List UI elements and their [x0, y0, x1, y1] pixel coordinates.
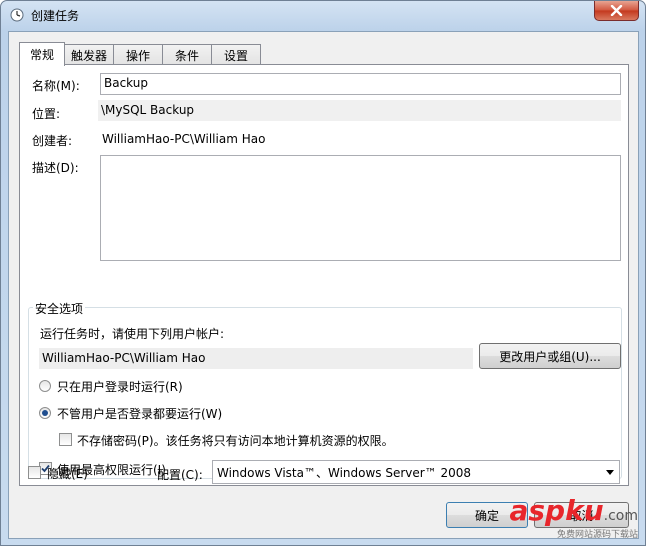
- watermark-tagline: 免费网站源码下载站: [556, 530, 638, 540]
- general-tab-panel: 名称(M): Backup 位置: \MySQL Backup 创建者: Wil…: [19, 64, 629, 486]
- author-label: 创建者:: [32, 134, 73, 148]
- user-account-field: WilliamHao-PC\William Hao: [39, 348, 473, 369]
- security-options-group: 安全选项 运行任务时，请使用下列用户帐户: WilliamHao-PC\Will…: [28, 300, 622, 479]
- config-select-value: Windows Vista™、Windows Server™ 2008: [217, 466, 472, 480]
- radio-run-whether-logged-on[interactable]: [39, 407, 51, 419]
- tab-conditions[interactable]: 条件: [162, 44, 212, 65]
- close-button[interactable]: [594, 1, 639, 21]
- window-title: 创建任务: [31, 9, 80, 23]
- tab-settings[interactable]: 设置: [211, 44, 261, 65]
- tab-actions[interactable]: 操作: [113, 44, 163, 65]
- hidden-label[interactable]: 隐藏(E): [47, 465, 88, 482]
- description-textarea[interactable]: [100, 155, 621, 261]
- config-label: 配置(C):: [157, 468, 203, 482]
- security-options-title: 安全选项: [33, 300, 86, 317]
- location-label: 位置:: [32, 107, 61, 121]
- tab-general[interactable]: 常规: [19, 42, 65, 66]
- watermark-brand: aspku: [509, 494, 604, 527]
- description-label: 描述(D):: [32, 161, 79, 175]
- create-task-window: 创建任务 常规 触发器 操作 条件 设置 名称(M): Backup 位置: \…: [0, 0, 646, 546]
- chevron-down-icon: [606, 470, 614, 475]
- dialog-client: 常规 触发器 操作 条件 设置 名称(M): Backup 位置: \MySQL…: [8, 31, 639, 539]
- hidden-checkbox[interactable]: [28, 466, 41, 479]
- clock-icon: [10, 8, 24, 22]
- author-value: WilliamHao-PC\William Hao: [102, 132, 266, 146]
- no-store-password-label[interactable]: 不存储密码(P)。该任务将只有访问本地计算机资源的权限。: [77, 432, 394, 449]
- tab-triggers[interactable]: 触发器: [64, 44, 114, 65]
- watermark-suffix: .com: [603, 508, 638, 524]
- radio-run-logged-on[interactable]: [39, 380, 51, 392]
- radio-run-logged-on-label[interactable]: 只在用户登录时运行(R): [57, 378, 183, 395]
- radio-run-whether-logged-on-label[interactable]: 不管用户是否登录都要运行(W): [57, 405, 222, 422]
- change-user-button[interactable]: 更改用户或组(U)...: [479, 343, 621, 369]
- close-icon: [610, 5, 623, 16]
- run-as-label: 运行任务时，请使用下列用户帐户:: [40, 327, 225, 341]
- watermark-logo: aspku .com 免费网站源码下载站: [509, 494, 638, 540]
- config-select[interactable]: Windows Vista™、Windows Server™ 2008: [212, 460, 620, 484]
- title-bar[interactable]: 创建任务: [1, 1, 645, 29]
- name-label: 名称(M):: [32, 79, 80, 93]
- name-input[interactable]: Backup: [100, 73, 621, 95]
- location-value: \MySQL Backup: [98, 100, 621, 121]
- no-store-password-checkbox[interactable]: [59, 433, 72, 446]
